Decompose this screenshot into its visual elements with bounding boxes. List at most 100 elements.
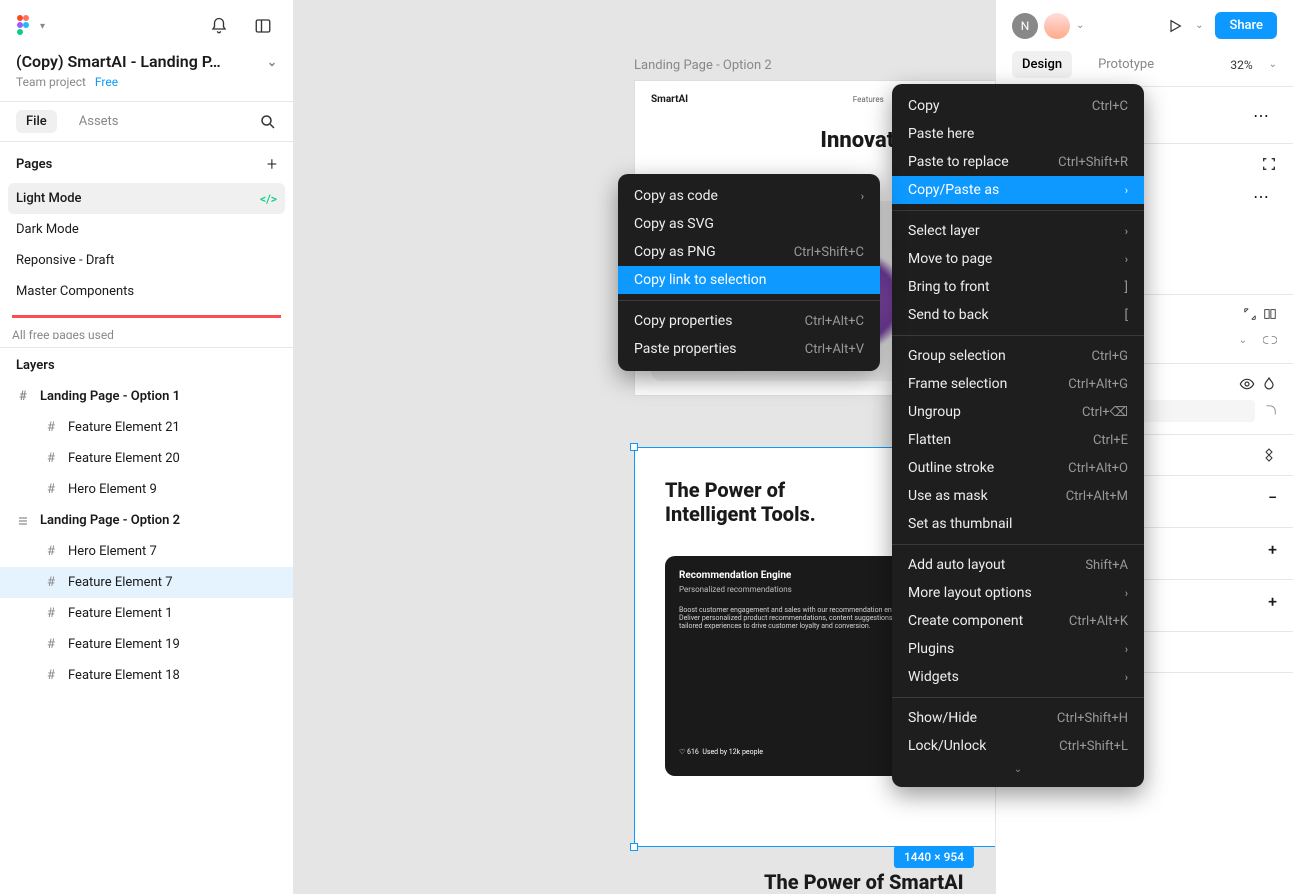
menu-item[interactable]: Paste here xyxy=(892,120,1144,148)
resize-handle[interactable] xyxy=(630,843,638,851)
component-icon xyxy=(16,514,30,528)
page-dark-mode[interactable]: Dark Mode xyxy=(0,214,293,245)
frame-icon: # xyxy=(44,545,58,559)
figma-logo-icon[interactable] xyxy=(16,14,32,38)
notifications-icon[interactable] xyxy=(205,12,233,40)
tab-prototype[interactable]: Prototype xyxy=(1088,51,1164,78)
menu-item[interactable]: More layout options› xyxy=(892,579,1144,607)
chevron-down-icon[interactable]: ⌄ xyxy=(1195,20,1203,31)
layer-feature-1[interactable]: #Feature Element 1 xyxy=(0,598,293,629)
frame-icon: # xyxy=(16,390,30,404)
menu-item[interactable]: UngroupCtrl+⌫ xyxy=(892,398,1144,426)
page-responsive[interactable]: Reponsive - Draft xyxy=(0,245,293,276)
chevron-down-icon[interactable]: ▾ xyxy=(40,21,45,32)
menu-item[interactable]: Add auto layoutShift+A xyxy=(892,551,1144,579)
menu-item[interactable]: Copy propertiesCtrl+Alt+C xyxy=(618,307,880,335)
menu-item[interactable]: FlattenCtrl+E xyxy=(892,426,1144,454)
chevron-down-icon[interactable]: ⌄ xyxy=(1269,59,1277,70)
play-icon[interactable] xyxy=(1167,18,1183,34)
avatar[interactable]: N xyxy=(1012,13,1038,39)
menu-item[interactable]: Outline strokeCtrl+Alt+O xyxy=(892,454,1144,482)
component-icon[interactable] xyxy=(1261,447,1277,463)
frame-icon: # xyxy=(44,452,58,466)
layer-feature-21[interactable]: #Feature Element 21 xyxy=(0,412,293,443)
menu-item[interactable]: Move to page› xyxy=(892,245,1144,273)
mock-logo: SmartAI xyxy=(651,94,688,105)
feature-title: The Power of Intelligent Tools. xyxy=(635,448,895,526)
menu-item[interactable]: Copy link to selection xyxy=(618,266,880,294)
menu-item[interactable]: Frame selectionCtrl+Alt+G xyxy=(892,370,1144,398)
project-title: (Copy) SmartAI - Landing P… xyxy=(16,52,221,71)
project-subtitle: Team project xyxy=(16,75,86,89)
add-page-icon[interactable]: + xyxy=(267,154,277,175)
resize-icon[interactable] xyxy=(1243,307,1257,321)
layer-feature-18[interactable]: #Feature Element 18 xyxy=(0,660,293,691)
menu-item[interactable]: Copy as code› xyxy=(618,182,880,210)
chevron-down-icon[interactable]: ⌄ xyxy=(1076,20,1084,31)
pages-limit-notice: All free pages used xyxy=(12,315,281,339)
frame-icon: # xyxy=(44,607,58,621)
resize-handle[interactable] xyxy=(630,443,638,451)
frame-label[interactable]: Landing Page - Option 2 xyxy=(634,58,772,73)
zoom-level[interactable]: 32% xyxy=(1230,58,1252,72)
menu-item[interactable]: Bring to front] xyxy=(892,273,1144,301)
layer-hero-7[interactable]: #Hero Element 7 xyxy=(0,536,293,567)
layer-feature-7[interactable]: #Feature Element 7 xyxy=(0,567,293,598)
frame-icon: # xyxy=(44,576,58,590)
tab-design[interactable]: Design xyxy=(1012,51,1072,78)
menu-item[interactable]: Create componentCtrl+Alt+K xyxy=(892,607,1144,635)
menu-item[interactable]: Send to back[ xyxy=(892,301,1144,329)
menu-item[interactable]: Use as maskCtrl+Alt+M xyxy=(892,482,1144,510)
menu-item[interactable]: Lock/UnlockCtrl+Shift+L xyxy=(892,732,1144,760)
link-dimensions-icon[interactable] xyxy=(1263,333,1277,347)
layer-landing-option-1[interactable]: # Landing Page - Option 1 xyxy=(0,381,293,412)
context-submenu[interactable]: Copy as code›Copy as SVGCopy as PNGCtrl+… xyxy=(618,174,880,371)
frame-icon: # xyxy=(44,638,58,652)
menu-item[interactable]: Widgets› xyxy=(892,663,1144,691)
dimensions-badge: 1440 × 954 xyxy=(894,846,974,868)
menu-item[interactable]: CopyCtrl+C xyxy=(892,92,1144,120)
blend-icon[interactable] xyxy=(1261,376,1277,392)
frame-icon: # xyxy=(44,421,58,435)
corner-radius-icon[interactable] xyxy=(1263,404,1277,418)
menu-item[interactable]: Paste to replaceCtrl+Shift+R xyxy=(892,148,1144,176)
frame-icon: # xyxy=(44,483,58,497)
autolayout-icon[interactable] xyxy=(1263,307,1277,321)
pages-header: Pages xyxy=(16,157,52,172)
menu-item[interactable]: Select layer› xyxy=(892,217,1144,245)
chevron-down-icon[interactable]: ⌄ xyxy=(267,55,277,69)
frame-icon: # xyxy=(44,669,58,683)
tab-assets[interactable]: Assets xyxy=(69,110,129,133)
avatar[interactable] xyxy=(1044,13,1070,39)
eye-icon[interactable] xyxy=(1239,376,1255,392)
menu-item[interactable]: Plugins› xyxy=(892,635,1144,663)
menu-item[interactable]: Group selectionCtrl+G xyxy=(892,342,1144,370)
layer-feature-20[interactable]: #Feature Element 20 xyxy=(0,443,293,474)
more-icon[interactable]: ⋯ xyxy=(1245,99,1277,131)
canvas[interactable]: Landing Page - Option 2 SmartAI Features… xyxy=(294,0,995,894)
add-icon[interactable]: + xyxy=(1268,592,1277,611)
panel-toggle-icon[interactable] xyxy=(249,12,277,40)
more-icon[interactable]: ⋯ xyxy=(1245,180,1277,212)
tab-file[interactable]: File xyxy=(16,110,57,133)
menu-item[interactable]: Copy as SVG xyxy=(618,210,880,238)
layer-hero-9[interactable]: #Hero Element 9 xyxy=(0,474,293,505)
layer-landing-option-2[interactable]: Landing Page - Option 2 xyxy=(0,505,293,536)
search-icon[interactable] xyxy=(259,113,277,131)
plan-badge[interactable]: Free xyxy=(95,75,118,89)
remove-icon[interactable]: − xyxy=(1268,488,1277,507)
menu-item[interactable]: Paste propertiesCtrl+Alt+V xyxy=(618,335,880,363)
menu-item[interactable]: Set as thumbnail xyxy=(892,510,1144,538)
page-master-components[interactable]: Master Components xyxy=(0,276,293,307)
code-icon: </> xyxy=(260,192,277,206)
menu-item[interactable]: Copy as PNGCtrl+Shift+C xyxy=(618,238,880,266)
layer-feature-19[interactable]: #Feature Element 19 xyxy=(0,629,293,660)
page-light-mode[interactable]: Light Mode </> xyxy=(8,183,285,214)
next-frame-title: The Power of SmartAI Solutions. xyxy=(764,870,995,894)
focus-icon[interactable] xyxy=(1261,156,1277,172)
share-button[interactable]: Share xyxy=(1215,12,1277,39)
context-menu[interactable]: CopyCtrl+CPaste herePaste to replaceCtrl… xyxy=(892,84,1144,787)
add-icon[interactable]: + xyxy=(1268,540,1277,559)
menu-item[interactable]: Copy/Paste as› xyxy=(892,176,1144,204)
menu-item[interactable]: Show/HideCtrl+Shift+H xyxy=(892,704,1144,732)
